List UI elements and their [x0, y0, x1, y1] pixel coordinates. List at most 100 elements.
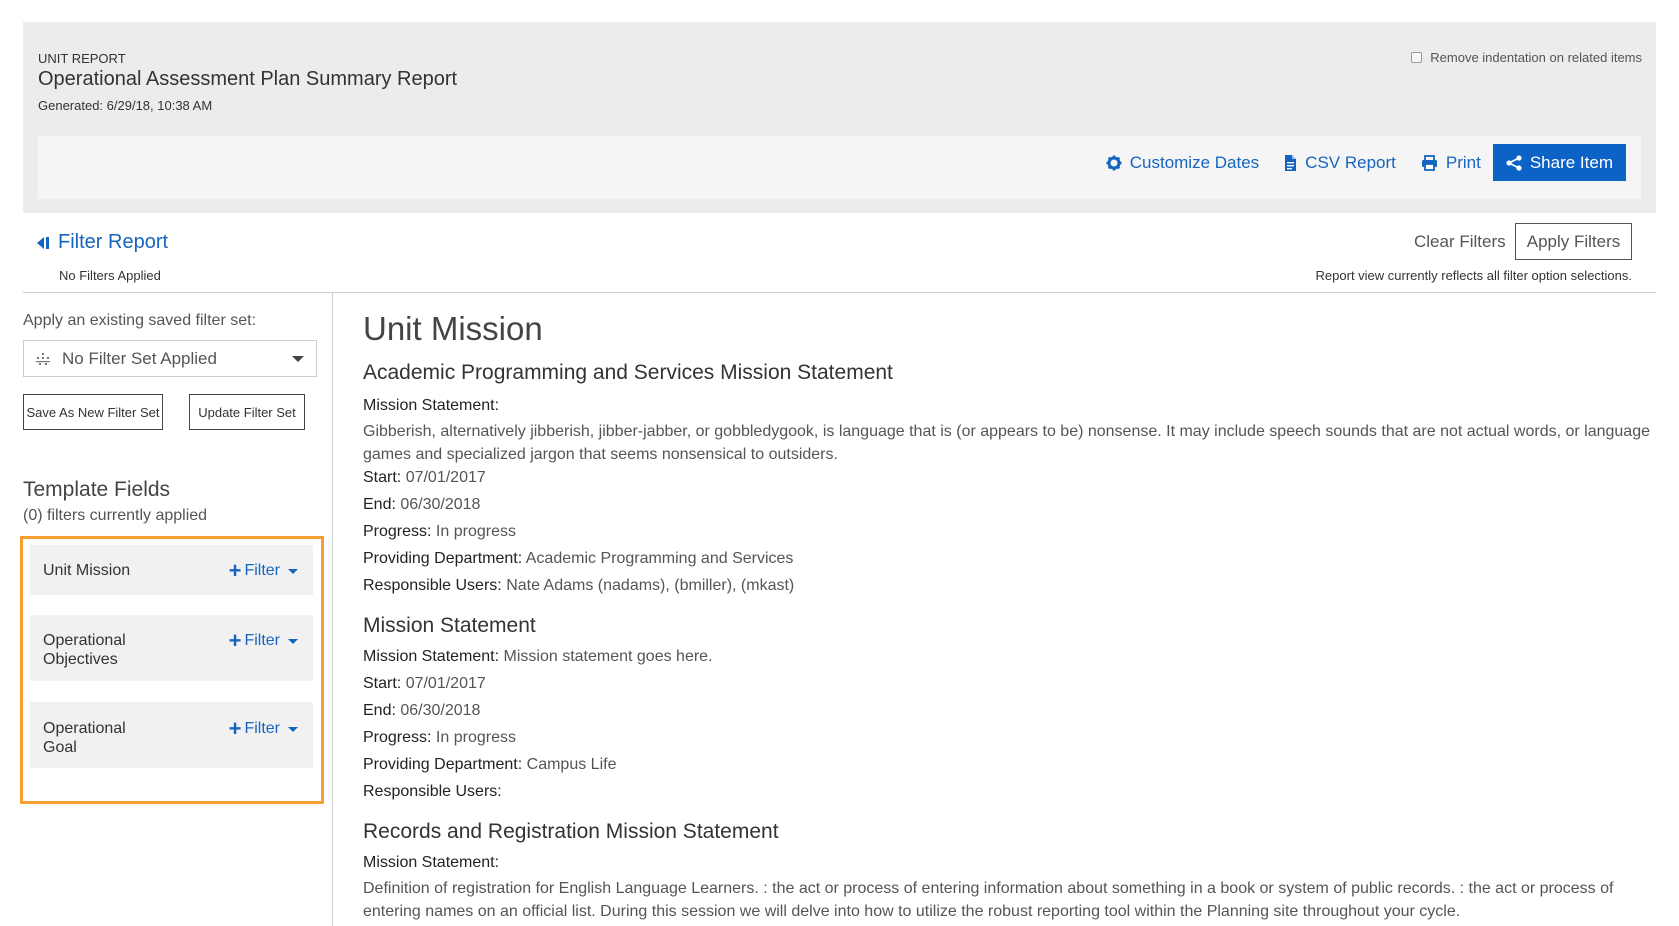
providing-department-field: Providing Department: Academic Programmi…	[363, 547, 1653, 570]
field-label: Progress:	[363, 729, 432, 746]
template-field-label-line: Operational	[43, 720, 126, 737]
field-label: End:	[363, 496, 396, 513]
field-value: 07/01/2017	[405, 469, 486, 486]
filter-set-selected-value: No Filter Set Applied	[62, 348, 217, 368]
report-toolbar: Customize Dates CSV Report Print Share I…	[38, 136, 1641, 199]
field-value: 06/30/2018	[400, 496, 481, 513]
add-filter-label: Filter	[244, 632, 280, 649]
entry-title: Mission Statement	[363, 614, 536, 637]
field-label: Responsible Users:	[363, 577, 502, 594]
filter-set-icon	[36, 352, 50, 365]
field-value: In progress	[435, 523, 516, 540]
csv-report-label: CSV Report	[1305, 152, 1396, 172]
share-item-label: Share Item	[1529, 152, 1613, 172]
filter-set-select[interactable]: No Filter Set Applied	[23, 340, 317, 377]
generated-timestamp: Generated: 6/29/18, 10:38 AM	[38, 98, 213, 113]
collapse-left-icon	[37, 236, 49, 249]
field-value: Academic Programming and Services	[525, 550, 794, 567]
template-field-label: Unit Mission	[43, 561, 130, 580]
mission-statement-field: Mission Statement: Mission statement goe…	[363, 645, 1653, 668]
customize-dates-label: Customize Dates	[1129, 152, 1260, 172]
printer-icon	[1421, 154, 1437, 171]
share-icon	[1506, 154, 1522, 171]
report-content: Unit Mission Academic Programming and Se…	[363, 305, 1653, 923]
field-value: Campus Life	[526, 756, 617, 773]
csv-report-button[interactable]: CSV Report	[1284, 153, 1396, 173]
template-field-operational-goal: Operational Goal + Filter	[30, 702, 313, 768]
progress-field: Progress: In progress	[363, 726, 1653, 749]
file-icon	[1285, 154, 1297, 171]
progress-field: Progress: In progress	[363, 520, 1653, 543]
add-filter-button[interactable]: + Filter	[228, 558, 298, 583]
responsible-users-field: Responsible Users: Nate Adams (nadams), …	[363, 574, 1653, 597]
field-label: Providing Department:	[363, 550, 523, 567]
template-field-label-line: Objectives	[43, 651, 118, 668]
add-filter-button[interactable]: + Filter	[229, 630, 298, 652]
template-field-label-line: Goal	[43, 739, 77, 756]
template-field-label: Operational Goal	[43, 719, 126, 757]
filter-reflects-note: Report view currently reflects all filte…	[1315, 268, 1632, 283]
start-field: Start: 07/01/2017	[363, 466, 1653, 489]
template-fields-count: (0) filters currently applied	[23, 507, 208, 524]
remove-indentation-label: Remove indentation on related items	[1430, 50, 1642, 65]
field-value: 06/30/2018	[400, 702, 481, 719]
responsible-users-field: Responsible Users:	[363, 780, 1653, 803]
print-button[interactable]: Print	[1421, 153, 1481, 173]
field-value: Mission statement goes here.	[503, 648, 713, 665]
save-as-new-filter-set-button[interactable]: Save As New Filter Set	[23, 394, 163, 430]
field-label: Mission Statement:	[363, 648, 500, 665]
print-label: Print	[1445, 152, 1481, 172]
template-fields-title: Template Fields	[23, 478, 171, 501]
field-label: Start:	[363, 469, 402, 486]
mission-statement-text: Gibberish, alternatively jibberish, jibb…	[363, 423, 1650, 463]
field-value: 07/01/2017	[405, 675, 486, 692]
template-fields-list: Unit Mission + Filter Operational Object…	[20, 536, 324, 804]
plus-icon: +	[228, 558, 242, 583]
add-filter-label: Filter	[244, 720, 280, 737]
field-label: Mission Statement:	[363, 397, 500, 414]
saved-filter-set-label: Apply an existing saved filter set:	[23, 312, 257, 329]
chevron-down-icon	[288, 568, 298, 574]
clear-filters-button[interactable]: Clear Filters	[1414, 232, 1506, 252]
entry-title: Records and Registration Mission Stateme…	[363, 820, 779, 843]
report-type-label: UNIT REPORT	[38, 51, 126, 66]
start-field: Start: 07/01/2017	[363, 672, 1653, 695]
section-title: Unit Mission	[363, 310, 543, 347]
chevron-down-icon	[288, 726, 298, 732]
providing-department-field: Providing Department: Campus Life	[363, 753, 1653, 776]
mission-statement-field: Mission Statement:	[363, 394, 1653, 417]
field-label: Start:	[363, 675, 402, 692]
end-field: End: 06/30/2018	[363, 493, 1653, 516]
customize-dates-button[interactable]: Customize Dates	[1106, 153, 1259, 173]
gear-icon	[1106, 155, 1122, 170]
template-field-label: Operational Objectives	[43, 631, 126, 669]
field-label: Responsible Users:	[363, 783, 502, 800]
mission-statement-field: Mission Statement:	[363, 851, 1653, 874]
field-label: End:	[363, 702, 396, 719]
add-filter-button[interactable]: + Filter	[228, 716, 298, 741]
filters-status: No Filters Applied	[59, 268, 161, 283]
field-label: Mission Statement:	[363, 854, 500, 871]
remove-indentation-checkbox[interactable]	[1411, 52, 1423, 63]
sidebar-divider	[332, 293, 333, 926]
field-label: Providing Department:	[363, 756, 523, 773]
template-field-unit-mission: Unit Mission + Filter	[30, 545, 313, 595]
divider	[23, 292, 1656, 293]
apply-filters-button[interactable]: Apply Filters	[1515, 223, 1632, 260]
remove-indentation-option[interactable]: Remove indentation on related items	[1411, 50, 1642, 65]
add-filter-label: Filter	[244, 562, 280, 579]
page-title: Operational Assessment Plan Summary Repo…	[38, 68, 458, 90]
template-field-operational-objectives: Operational Objectives + Filter	[30, 615, 313, 681]
template-field-label-line: Operational	[43, 632, 126, 649]
share-item-button[interactable]: Share Item	[1492, 144, 1626, 181]
update-filter-set-button[interactable]: Update Filter Set	[189, 394, 305, 430]
field-label: Progress:	[363, 523, 432, 540]
entry-title: Academic Programming and Services Missio…	[363, 361, 893, 384]
chevron-down-icon	[292, 355, 304, 362]
report-header: UNIT REPORT Operational Assessment Plan …	[23, 22, 1656, 213]
end-field: End: 06/30/2018	[363, 699, 1653, 722]
filter-report-title: Filter Report	[58, 231, 169, 253]
filter-report-toggle[interactable]: Filter Report	[36, 231, 168, 254]
field-value: In progress	[435, 729, 516, 746]
plus-icon: +	[228, 716, 242, 741]
